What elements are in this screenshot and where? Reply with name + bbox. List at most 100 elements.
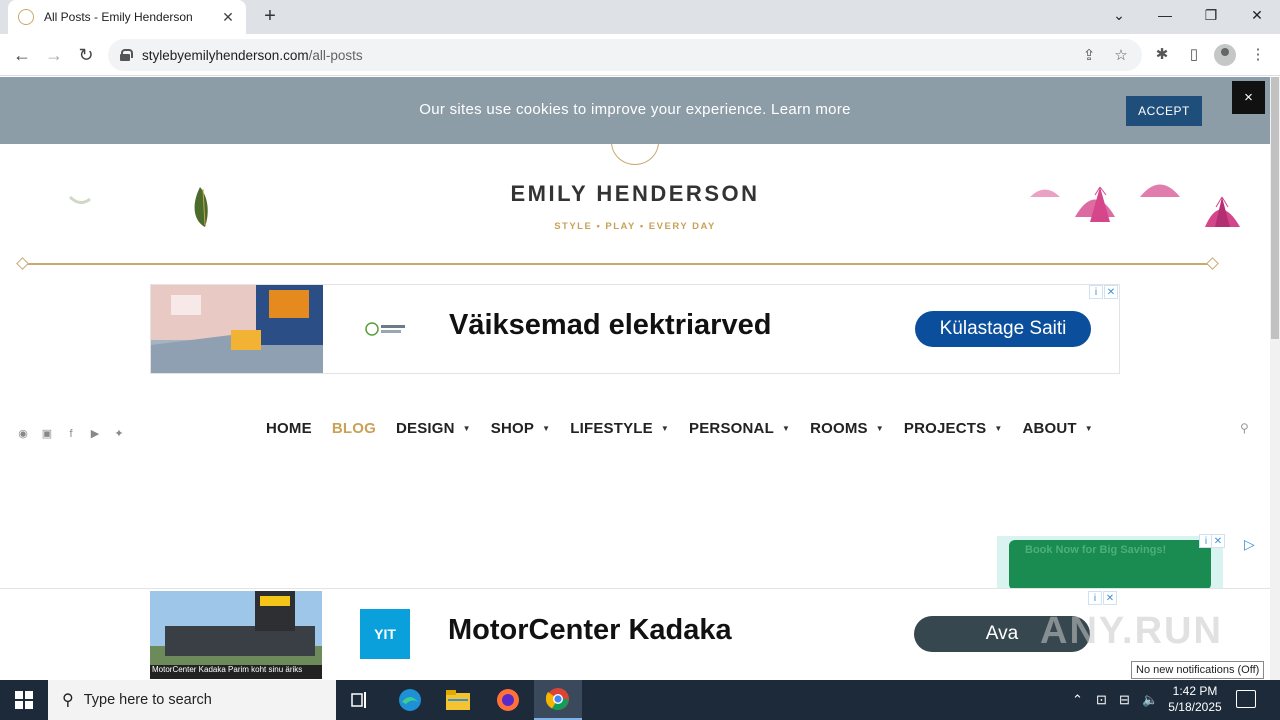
main-navigation: HOME BLOG DESIGN ▼ SHOP ▼ LIFESTYLE ▼ PERSONAL ▼ R… xyxy=(266,420,1113,437)
windows-taskbar: ⚲ Type here to search ⌃ ⊡ ⊟ 🔈 1:42 PM 5/… xyxy=(0,680,1280,720)
tab-strip: All Posts - Emily Henderson ✕ + ⌄ — ❐ ✕ xyxy=(0,0,1280,34)
browser-tab[interactable]: All Posts - Emily Henderson ✕ xyxy=(8,0,246,34)
adchoices-arrow-icon[interactable]: ▷ xyxy=(1244,536,1255,553)
url-host: stylebyemilyhenderson.com xyxy=(142,47,309,63)
cookie-message[interactable]: Our sites use cookies to improve your ex… xyxy=(0,101,1270,118)
tab-close-icon[interactable]: ✕ xyxy=(220,9,236,26)
restore-button[interactable]: ❐ xyxy=(1188,0,1234,30)
taskbar-search-box[interactable]: ⚲ Type here to search xyxy=(48,680,336,720)
dropdown-caret-icon[interactable]: ▼ xyxy=(542,424,550,433)
nav-item-personal[interactable]: PERSONAL ▼ xyxy=(689,420,790,437)
chrome-menu-icon[interactable]: ⋮ xyxy=(1247,44,1269,66)
tray-device-icon[interactable]: ⊡ xyxy=(1096,692,1107,708)
ad-close-icon[interactable]: ✕ xyxy=(1104,285,1118,299)
edge-browser-icon[interactable] xyxy=(386,680,434,720)
twitter-icon[interactable]: ✦ xyxy=(112,427,126,441)
social-links: ◉ ▣ f ▶ ✦ xyxy=(16,427,126,441)
nav-item-label: SHOP xyxy=(490,420,535,437)
taskbar-search-placeholder: Type here to search xyxy=(83,692,212,708)
firefox-icon[interactable] xyxy=(484,680,532,720)
ad-brand-logo-icon xyxy=(365,322,405,336)
url-path: /all-posts xyxy=(308,47,363,63)
ad-headline: Väiksemad elektriarved xyxy=(449,309,772,341)
clock-time: 1:42 PM xyxy=(1172,684,1218,698)
extensions-puzzle-icon[interactable]: ✱ xyxy=(1151,44,1173,66)
adchoices-info-icon[interactable]: i xyxy=(1089,285,1103,299)
top-banner-ad[interactable]: Väiksemad elektriarved Külastage Saiti i… xyxy=(150,284,1120,374)
cookie-close-button[interactable]: × xyxy=(1232,81,1265,114)
side-panel-icon[interactable]: ▯ xyxy=(1183,44,1205,66)
nav-item-design[interactable]: DESIGN ▼ xyxy=(396,420,471,437)
dropdown-caret-icon[interactable]: ▼ xyxy=(876,424,884,433)
taskbar-clock[interactable]: 1:42 PM 5/18/2025 xyxy=(1162,683,1228,715)
forward-button[interactable]: → xyxy=(41,42,67,68)
browser-toolbar: ← → ↻ stylebyemilyhenderson.com/all-post… xyxy=(0,34,1280,76)
yit-logo: YIT xyxy=(360,609,410,659)
reload-button[interactable]: ↻ xyxy=(73,42,99,68)
scrollbar-thumb[interactable] xyxy=(1271,77,1279,339)
cookie-accept-button[interactable]: ACCEPT xyxy=(1126,96,1202,126)
header-divider xyxy=(22,263,1212,265)
nav-item-label: PROJECTS xyxy=(903,420,987,437)
new-tab-button[interactable]: + xyxy=(258,4,282,28)
search-icon[interactable]: ⚲ xyxy=(1240,421,1249,435)
dropdown-caret-icon[interactable]: ▼ xyxy=(661,424,669,433)
pinterest-icon[interactable]: ◉ xyxy=(16,427,30,441)
nav-item-label: BLOG xyxy=(331,420,376,437)
nav-item-blog[interactable]: BLOG xyxy=(332,420,376,437)
site-brand-title[interactable]: EMILY HENDERSON xyxy=(0,181,1270,207)
file-explorer-icon[interactable] xyxy=(434,680,482,720)
profile-avatar-icon[interactable] xyxy=(1214,44,1236,66)
web-page: Our sites use cookies to improve your ex… xyxy=(0,77,1270,680)
bookmark-star-icon[interactable]: ☆ xyxy=(1112,47,1130,65)
volume-icon[interactable]: 🔈 xyxy=(1142,692,1158,708)
network-icon[interactable]: ⊟ xyxy=(1119,692,1130,708)
dropdown-caret-icon[interactable]: ▼ xyxy=(463,424,471,433)
chrome-icon[interactable] xyxy=(534,680,582,720)
nav-item-shop[interactable]: SHOP ▼ xyxy=(491,420,550,437)
start-button[interactable] xyxy=(0,680,48,720)
ad-image-caption: MotorCenter Kadaka Parim koht sinu äriks xyxy=(152,665,303,674)
bottom-banner-ad[interactable]: MotorCenter Kadaka Parim koht sinu äriks… xyxy=(150,591,1120,680)
bottom-adchoices-icon[interactable]: i xyxy=(1088,591,1102,605)
nav-item-rooms[interactable]: ROOMS ▼ xyxy=(810,420,884,437)
nav-item-label: ROOMS xyxy=(810,420,868,437)
ad-solar-worker-image xyxy=(151,285,323,373)
nav-item-lifestyle[interactable]: LIFESTYLE ▼ xyxy=(570,420,669,437)
site-tagline: STYLE • PLAY • EVERY DAY xyxy=(554,221,716,232)
anyrun-watermark: ANY.RUN xyxy=(1040,610,1223,652)
share-icon[interactable]: ⇪ xyxy=(1080,47,1098,65)
close-window-button[interactable]: ✕ xyxy=(1234,0,1280,30)
tab-search-chevron-icon[interactable]: ⌄ xyxy=(1096,0,1142,30)
nav-item-projects[interactable]: PROJECTS ▼ xyxy=(904,420,1003,437)
ad-cta-button[interactable]: Külastage Saiti xyxy=(915,311,1091,347)
side-ad-close-icon[interactable]: ✕ xyxy=(1211,534,1225,548)
minimize-button[interactable]: — xyxy=(1142,0,1188,30)
address-bar[interactable]: stylebyemilyhenderson.com/all-posts ⇪ ☆ xyxy=(108,39,1142,71)
page-scrollbar[interactable] xyxy=(1270,77,1280,680)
dropdown-caret-icon[interactable]: ▼ xyxy=(1085,424,1093,433)
task-view-icon[interactable] xyxy=(336,680,384,720)
nav-item-label: LIFESTYLE xyxy=(570,420,653,437)
tray-overflow-chevron-icon[interactable]: ⌃ xyxy=(1072,692,1083,708)
clock-date: 5/18/2025 xyxy=(1168,700,1222,714)
instagram-icon[interactable]: ▣ xyxy=(40,427,54,441)
nav-item-label: ABOUT xyxy=(1022,420,1077,437)
site-favicon-icon xyxy=(18,9,34,25)
action-center-icon[interactable] xyxy=(1236,690,1256,708)
nav-item-about[interactable]: ABOUT ▼ xyxy=(1022,420,1092,437)
cookie-banner: Our sites use cookies to improve your ex… xyxy=(0,77,1270,144)
dropdown-caret-icon[interactable]: ▼ xyxy=(782,424,790,433)
facebook-icon[interactable]: f xyxy=(64,427,78,441)
nav-item-label: PERSONAL xyxy=(689,420,774,437)
search-icon: ⚲ xyxy=(62,692,74,709)
back-button[interactable]: ← xyxy=(9,42,35,68)
bottom-ad-close-icon[interactable]: ✕ xyxy=(1103,591,1117,605)
windows-logo-icon xyxy=(15,691,33,709)
youtube-icon[interactable]: ▶ xyxy=(88,427,102,441)
dropdown-caret-icon[interactable]: ▼ xyxy=(994,424,1002,433)
lock-icon[interactable] xyxy=(120,49,133,61)
tab-title: All Posts - Emily Henderson xyxy=(44,10,193,24)
nav-item-home[interactable]: HOME xyxy=(266,420,312,437)
side-ad-text: Book Now for Big Savings! xyxy=(1025,544,1167,556)
